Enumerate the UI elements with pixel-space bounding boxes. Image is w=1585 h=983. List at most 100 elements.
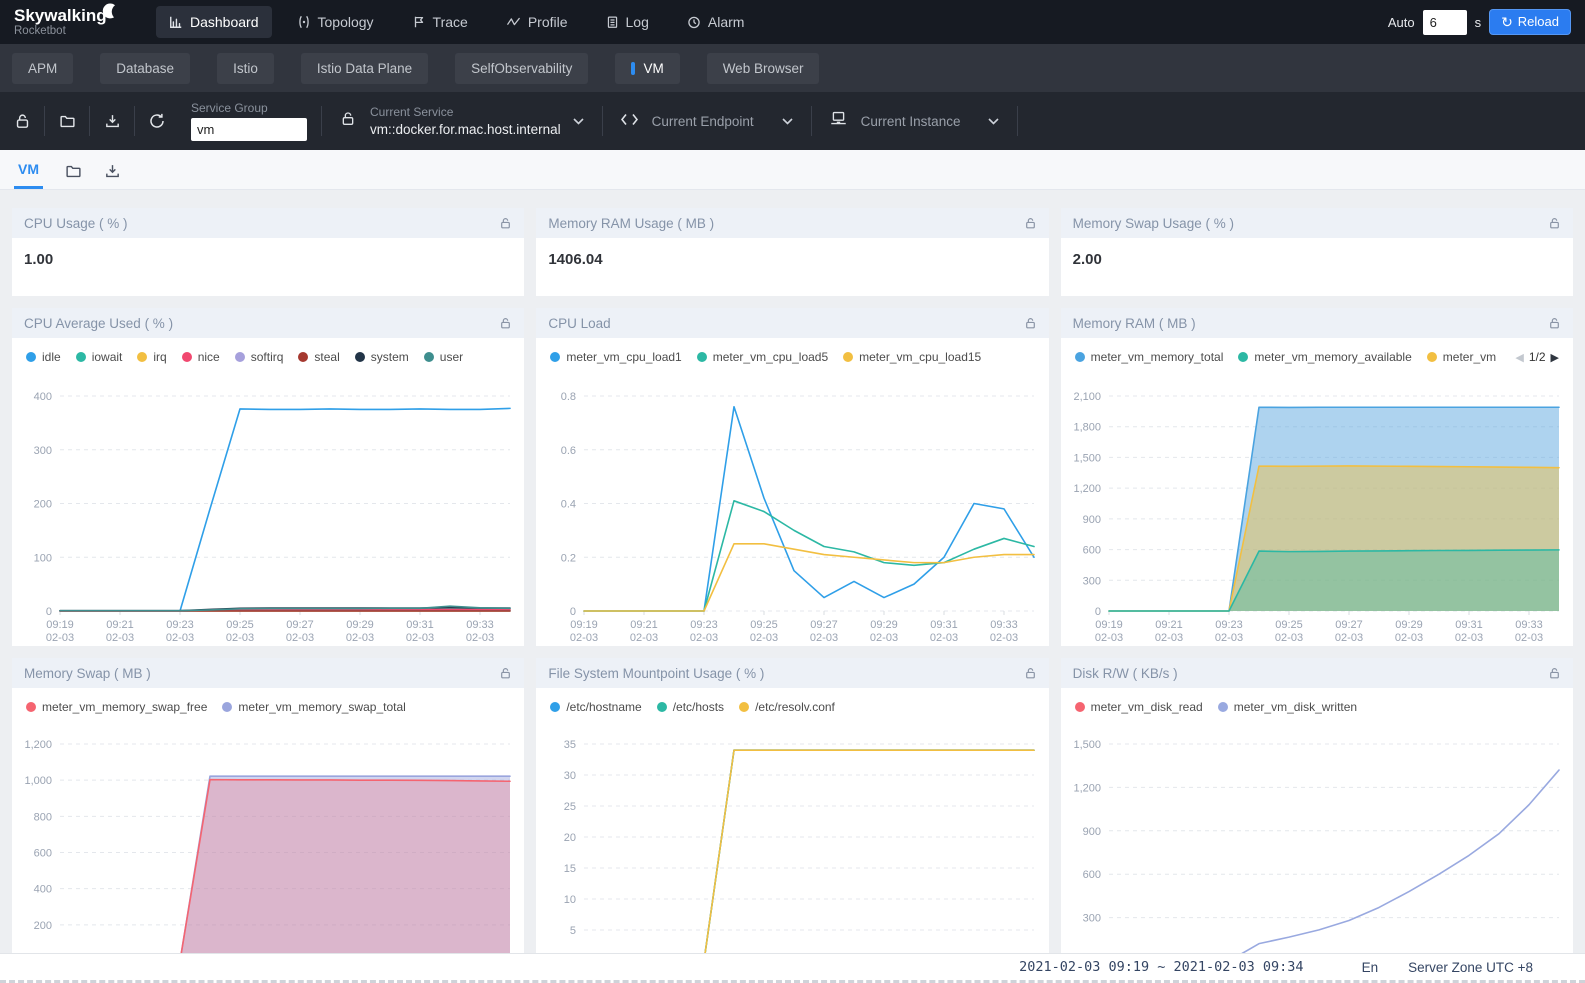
chart-canvas[interactable]: 010020030040009:1902-0309:2102-0309:2302… bbox=[12, 366, 524, 646]
lock-toolbar-icon[interactable] bbox=[0, 113, 44, 130]
legend-item[interactable]: meter_vm_memory_swap_free bbox=[26, 700, 207, 714]
auto-interval-input[interactable] bbox=[1423, 10, 1467, 35]
svg-text:35: 35 bbox=[564, 739, 576, 751]
chart-canvas[interactable]: 5101520253035 bbox=[536, 716, 1048, 966]
nav-item-label: Alarm bbox=[708, 14, 745, 30]
svg-text:900: 900 bbox=[1082, 514, 1100, 526]
svg-text:09:19: 09:19 bbox=[46, 619, 74, 631]
tab-web-browser[interactable]: Web Browser bbox=[707, 53, 820, 84]
app-logo[interactable]: Skywalking Rocketbot bbox=[14, 7, 134, 38]
legend-item[interactable]: /etc/hosts bbox=[657, 700, 724, 714]
nav-right-controls: Auto s ↻ Reload bbox=[1388, 9, 1571, 35]
topology-icon bbox=[297, 15, 311, 29]
lock-icon[interactable] bbox=[499, 317, 512, 330]
svg-text:02-03: 02-03 bbox=[630, 632, 658, 644]
legend-item[interactable]: meter_vm_cpu_load15 bbox=[843, 350, 981, 364]
legend-item[interactable]: meter_vm_memory_available bbox=[1238, 350, 1411, 364]
lock-icon[interactable] bbox=[1548, 667, 1561, 680]
folder-icon[interactable] bbox=[65, 163, 82, 189]
nav-item-dashboard[interactable]: Dashboard bbox=[156, 6, 272, 38]
reload-icon: ↻ bbox=[1501, 15, 1513, 29]
legend-label: meter_vm_memory_swap_free bbox=[42, 700, 207, 714]
legend-item[interactable]: meter_vm_disk_read bbox=[1075, 700, 1203, 714]
current-service-select[interactable]: Current Service vm::docker.for.mac.host.… bbox=[322, 92, 602, 150]
legend-item[interactable]: nice bbox=[182, 350, 220, 364]
reload-button[interactable]: ↻ Reload bbox=[1489, 9, 1571, 35]
legend-item[interactable]: system bbox=[355, 350, 409, 364]
svg-text:1,500: 1,500 bbox=[1073, 452, 1101, 464]
legend-item[interactable]: meter_vm_cpu_load1 bbox=[550, 350, 681, 364]
lock-icon[interactable] bbox=[499, 217, 512, 230]
time-range-picker[interactable]: 2021-02-03 09:19 ~ 2021-02-03 09:34 bbox=[1019, 959, 1303, 975]
view-tab-row: VM bbox=[0, 150, 1585, 190]
service-group-input[interactable] bbox=[191, 118, 307, 141]
svg-text:09:27: 09:27 bbox=[1335, 619, 1363, 631]
legend-item[interactable]: softirq bbox=[235, 350, 284, 364]
legend-item[interactable]: steal bbox=[298, 350, 339, 364]
legend-item[interactable]: meter_vm bbox=[1427, 350, 1496, 364]
view-tab-vm[interactable]: VM bbox=[14, 161, 43, 189]
language-toggle[interactable]: En bbox=[1362, 960, 1379, 975]
card-header: Memory RAM ( MB ) bbox=[1061, 308, 1573, 338]
lock-icon[interactable] bbox=[1548, 217, 1561, 230]
legend-item[interactable]: idle bbox=[26, 350, 61, 364]
tab-vm[interactable]: VM bbox=[615, 53, 679, 84]
legend-dot bbox=[298, 352, 308, 362]
legend-label: user bbox=[440, 350, 463, 364]
svg-text:02-03: 02-03 bbox=[690, 632, 718, 644]
card-header: Memory RAM Usage ( MB ) bbox=[536, 208, 1048, 238]
nav-item-topology[interactable]: Topology bbox=[284, 6, 387, 38]
server-zone-setting[interactable]: Server Zone UTC +8 bbox=[1408, 960, 1533, 975]
download-icon[interactable] bbox=[104, 163, 121, 189]
legend-next-icon[interactable]: ▶ bbox=[1551, 351, 1559, 364]
nav-item-profile[interactable]: Profile bbox=[493, 6, 581, 38]
tab-istio-data-plane[interactable]: Istio Data Plane bbox=[301, 53, 428, 84]
svg-text:0: 0 bbox=[46, 606, 52, 618]
legend-item[interactable]: iowait bbox=[76, 350, 123, 364]
svg-text:20: 20 bbox=[564, 832, 576, 844]
svg-text:09:19: 09:19 bbox=[1095, 619, 1123, 631]
legend-label: meter_vm_memory_available bbox=[1254, 350, 1411, 364]
service-toolbar: Service Group Current Service vm::docker… bbox=[0, 92, 1585, 150]
legend-item[interactable]: meter_vm_memory_swap_total bbox=[222, 700, 405, 714]
legend-item[interactable]: user bbox=[424, 350, 463, 364]
lock-icon[interactable] bbox=[1024, 667, 1037, 680]
chart-canvas[interactable]: 3006009001,2001,500 bbox=[1061, 716, 1573, 966]
current-endpoint-select[interactable]: Current Endpoint bbox=[603, 92, 811, 150]
legend-label: /etc/resolv.conf bbox=[755, 700, 835, 714]
tab-apm[interactable]: APM bbox=[12, 53, 73, 84]
current-instance-select[interactable]: Current Instance bbox=[812, 92, 1018, 150]
chart-canvas[interactable]: 03006009001,2001,5001,8002,10009:1902-03… bbox=[1061, 366, 1573, 646]
svg-text:09:21: 09:21 bbox=[106, 619, 134, 631]
legend-dot bbox=[1427, 352, 1437, 362]
legend-item[interactable]: meter_vm_cpu_load5 bbox=[697, 350, 828, 364]
nav-item-trace[interactable]: Trace bbox=[399, 6, 481, 38]
folder-icon[interactable] bbox=[45, 113, 89, 130]
chart-legend: meter_vm_disk_read meter_vm_disk_written bbox=[1061, 688, 1573, 716]
legend-item[interactable]: irq bbox=[137, 350, 166, 364]
download-icon[interactable] bbox=[90, 113, 134, 130]
svg-text:02-03: 02-03 bbox=[990, 632, 1018, 644]
nav-item-log[interactable]: Log bbox=[593, 6, 662, 38]
lock-icon[interactable] bbox=[1548, 317, 1561, 330]
lock-icon[interactable] bbox=[499, 667, 512, 680]
lock-icon[interactable] bbox=[1024, 217, 1037, 230]
legend-item[interactable]: /etc/resolv.conf bbox=[739, 700, 835, 714]
legend-item[interactable]: meter_vm_memory_total bbox=[1075, 350, 1224, 364]
tab-database[interactable]: Database bbox=[100, 53, 190, 84]
nav-item-alarm[interactable]: Alarm bbox=[674, 6, 758, 38]
chart-canvas[interactable]: 00.20.40.60.809:1902-0309:2102-0309:2302… bbox=[536, 366, 1048, 646]
svg-text:0.8: 0.8 bbox=[561, 391, 576, 403]
svg-text:02-03: 02-03 bbox=[106, 632, 134, 644]
refresh-icon[interactable] bbox=[135, 112, 179, 130]
tab-selfobservability[interactable]: SelfObservability bbox=[455, 53, 588, 84]
chart-canvas[interactable]: 2004006008001,0001,200 bbox=[12, 716, 524, 966]
legend-prev-icon[interactable]: ◀ bbox=[1515, 351, 1523, 364]
tab-istio[interactable]: Istio bbox=[217, 53, 274, 84]
service-group: Service Group bbox=[191, 101, 307, 141]
legend-item[interactable]: meter_vm_disk_written bbox=[1218, 700, 1357, 714]
toolbar-divider bbox=[1017, 106, 1018, 136]
legend-item[interactable]: /etc/hostname bbox=[550, 700, 641, 714]
lock-icon[interactable] bbox=[1024, 317, 1037, 330]
card-title: CPU Average Used ( % ) bbox=[24, 316, 173, 331]
